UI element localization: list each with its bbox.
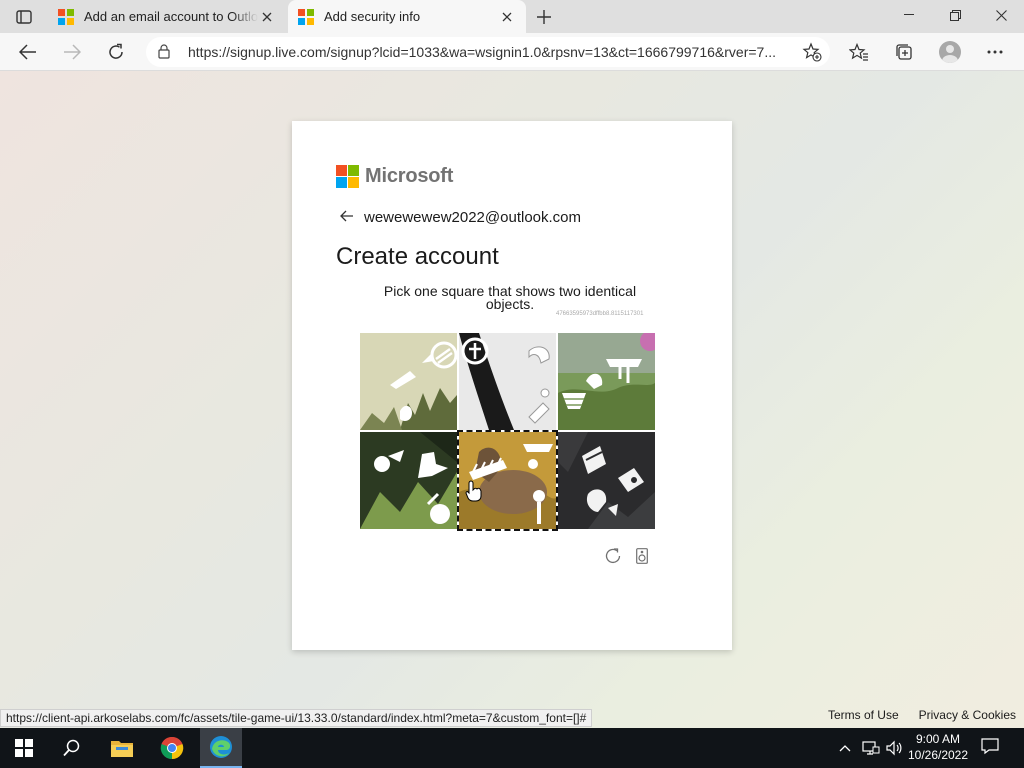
session-id: 47663595973dffbb8.8115117301 (556, 311, 644, 317)
close-icon[interactable] (498, 8, 516, 26)
instruction-line-2: objects. (485, 296, 535, 312)
captcha-grid (360, 333, 656, 531)
avatar (939, 41, 961, 63)
start-button[interactable] (4, 728, 44, 768)
tab-title: Add an email account to Outlook (84, 9, 258, 24)
window-close-button[interactable] (978, 0, 1024, 30)
captcha-tile-2[interactable] (459, 333, 556, 430)
profile-avatar[interactable] (934, 36, 966, 68)
status-bar-url: https://client-api.arkoselabs.com/fc/ass… (0, 709, 593, 727)
captcha-tile-4[interactable] (360, 432, 457, 529)
account-email: wewewewew2022@outlook.com (364, 209, 582, 226)
captcha-tile-6[interactable] (558, 432, 655, 529)
captcha-instructions: Pick one square that shows two identical… (360, 284, 660, 312)
reload-button[interactable] (100, 36, 132, 68)
audio-challenge-icon[interactable] (636, 548, 648, 567)
clock-date: 10/26/2022 (907, 748, 969, 762)
network-icon[interactable] (861, 738, 881, 761)
privacy-cookies-link[interactable]: Privacy & Cookies (919, 708, 1016, 722)
tab-title: Add security info (324, 9, 421, 24)
tab-add-security-info[interactable]: Add security info (288, 0, 526, 33)
back-button[interactable] (12, 36, 44, 68)
identity-banner: wewewewew2022@outlook.com (340, 209, 581, 226)
chrome-icon[interactable] (152, 728, 192, 768)
settings-more-icon[interactable] (979, 36, 1011, 68)
notifications-icon[interactable] (980, 736, 1000, 759)
restore-button[interactable] (932, 0, 978, 30)
new-tab-button[interactable] (530, 4, 558, 30)
page-title: Create account (336, 243, 499, 270)
tab-actions-icon[interactable] (8, 4, 40, 30)
file-explorer-icon[interactable] (102, 728, 142, 768)
refresh-icon[interactable] (604, 547, 622, 568)
minimize-button[interactable] (886, 0, 932, 30)
favorites-icon[interactable] (843, 36, 875, 68)
address-bar[interactable]: https://signup.live.com/signup?lcid=1033… (146, 37, 830, 67)
close-icon[interactable] (258, 8, 276, 26)
tab-add-email-account[interactable]: Add an email account to Outlook (48, 0, 286, 33)
captcha-controls (604, 547, 648, 568)
microsoft-favicon-icon (298, 8, 314, 25)
captcha-tile-5-selected[interactable] (457, 430, 558, 531)
volume-icon[interactable] (885, 738, 903, 761)
microsoft-logo: Microsoft (336, 165, 453, 188)
brand-name: Microsoft (365, 165, 454, 187)
add-favorite-icon[interactable] (802, 42, 822, 65)
browser-toolbar: https://signup.live.com/signup?lcid=1033… (0, 33, 1024, 71)
show-hidden-icons-icon[interactable] (839, 738, 851, 761)
lock-icon[interactable] (158, 44, 170, 62)
forward-button[interactable] (56, 36, 88, 68)
browser-tab-strip: Add an email account to Outlook Add secu… (0, 0, 1024, 33)
terms-of-use-link[interactable]: Terms of Use (828, 708, 899, 722)
windows-taskbar: 9:00 AM 10/26/2022 (0, 728, 1024, 768)
back-arrow-icon[interactable] (340, 210, 354, 225)
url-text[interactable]: https://signup.live.com/signup?lcid=1033… (188, 44, 788, 60)
edge-icon[interactable] (200, 728, 242, 768)
captcha-tile-3[interactable] (558, 333, 655, 430)
clock-time: 9:00 AM (915, 732, 961, 746)
signup-card: Microsoft wewewewew2022@outlook.com Crea… (292, 121, 732, 650)
collections-icon[interactable] (888, 36, 920, 68)
microsoft-favicon-icon (58, 8, 74, 25)
search-icon[interactable] (52, 728, 92, 768)
footer-links: Terms of Use Privacy & Cookies (828, 708, 1016, 722)
system-clock[interactable]: 9:00 AM 10/26/2022 (902, 731, 974, 763)
page-background: Microsoft wewewewew2022@outlook.com Crea… (0, 71, 1024, 728)
microsoft-squares-icon (336, 165, 359, 188)
captcha-tile-1[interactable] (360, 333, 457, 430)
